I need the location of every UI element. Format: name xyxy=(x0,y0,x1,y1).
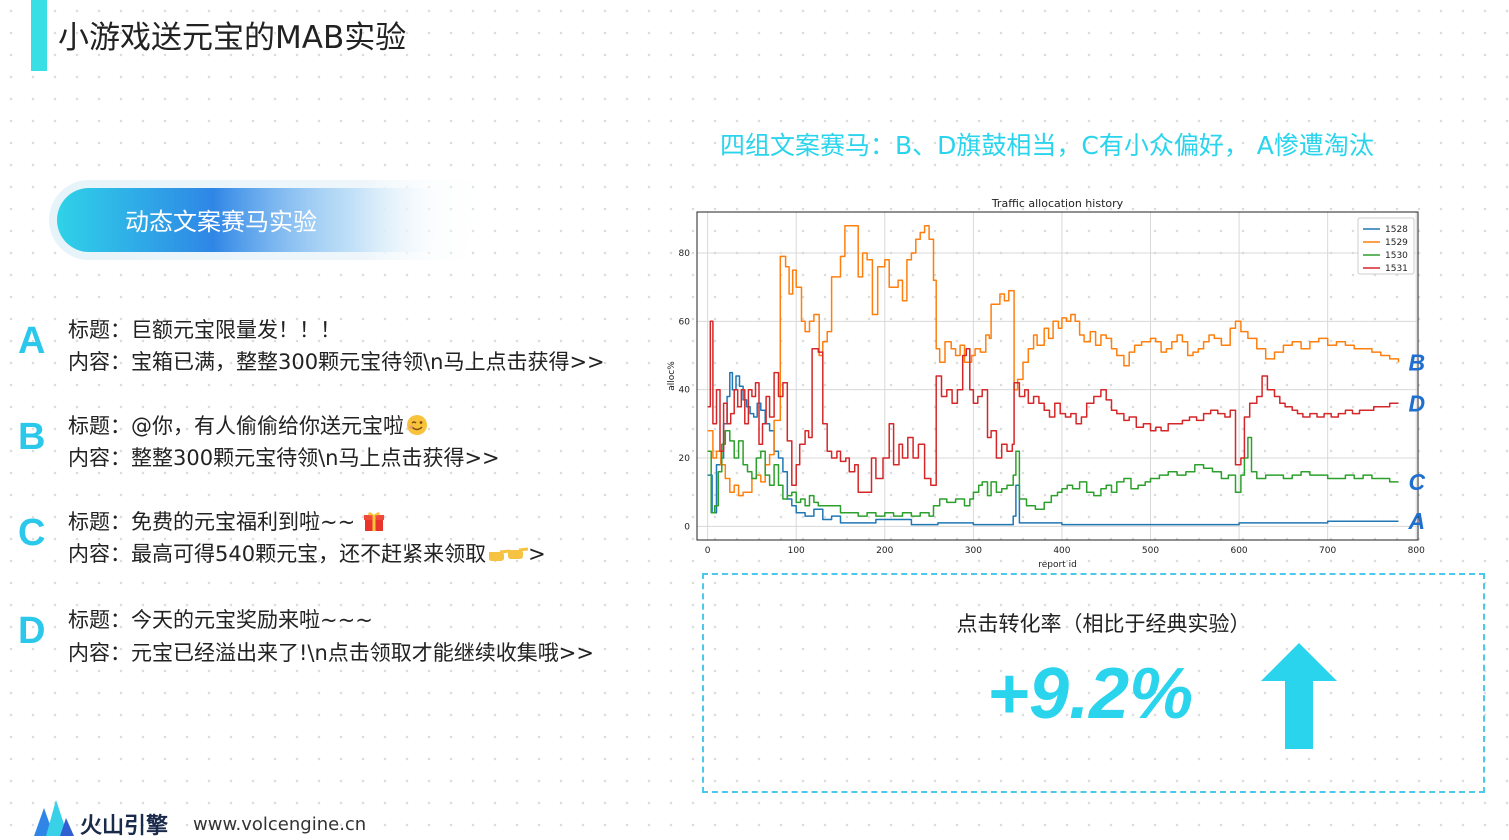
traffic-allocation-chart: 0 100 200 300 400 500 600 700 800 0 20 40 60 80 Traffi… xyxy=(660,188,1500,570)
pointing-hands-icon xyxy=(488,543,529,567)
variant-title-text: 标题：免费的元宝福利到啦~~ xyxy=(68,510,356,534)
chart-svg: 0 100 200 300 400 500 600 700 800 0 20 40 60 80 Traffi… xyxy=(667,197,1426,570)
variant-title-text: 标题：@你，有人偷偷给你送元宝啦 xyxy=(68,414,404,438)
series-line-1530 xyxy=(707,429,1399,517)
series-end-label-D: D xyxy=(1409,390,1426,416)
footer-url[interactable]: www.volcengine.cn xyxy=(193,814,366,835)
chart-title: Traffic allocation history xyxy=(991,197,1124,210)
result-box: 点击转化率（相比于经典实验） +9.2% xyxy=(702,573,1485,793)
experiment-pill: 动态文案赛马实验 xyxy=(47,178,507,262)
x-tick-label: 200 xyxy=(876,546,893,556)
legend-label: 1528 xyxy=(1385,225,1408,235)
x-tick-label: 300 xyxy=(965,546,982,556)
variant-content-line: 内容：整整300颗元宝待领\n马上点击获得>> xyxy=(68,446,500,470)
x-axis-label: report id xyxy=(1038,560,1077,570)
y-axis-label: alloc% xyxy=(667,361,677,391)
variant-content-text: 内容：最高可得540颗元宝，还不赶紧来领取 xyxy=(68,542,487,566)
legend-label: 1530 xyxy=(1385,251,1408,261)
page-title: 小游戏送元宝的MAB实验 xyxy=(58,20,407,56)
legend-label: 1529 xyxy=(1385,238,1408,248)
series-line-1531 xyxy=(707,320,1399,493)
variant-title-line: 标题：巨额元宝限量发！！！ xyxy=(68,318,341,342)
series-line-1528 xyxy=(707,371,1399,526)
y-tick-label: 0 xyxy=(684,522,690,532)
x-tick-label: 100 xyxy=(788,546,805,556)
x-tick-label: 700 xyxy=(1319,546,1336,556)
plot-frame xyxy=(696,211,1419,541)
series-end-label-A: A xyxy=(1408,508,1426,534)
x-tick-label: 800 xyxy=(1408,546,1425,556)
y-tick-label: 20 xyxy=(679,454,691,464)
x-tick-label: 0 xyxy=(705,546,711,556)
footer-brand: 火山引擎 xyxy=(80,814,169,839)
variant-letter: C xyxy=(18,512,46,554)
variant-content-suffix: > xyxy=(528,542,546,566)
variant-content-line: 内容：元宝已经溢出来了!\n点击领取才能继续收集哦>> xyxy=(68,641,594,665)
x-tick-label: 400 xyxy=(1053,546,1070,556)
result-label: 点击转化率（相比于经典实验） xyxy=(956,612,1251,636)
variant-title-line: 标题：@你，有人偷偷给你送元宝啦 xyxy=(68,410,428,441)
x-tick-label: 600 xyxy=(1230,546,1247,556)
x-tick-label: 500 xyxy=(1142,546,1159,556)
y-tick-label: 80 xyxy=(679,249,691,259)
up-arrow-icon xyxy=(1259,643,1339,755)
wink-face-icon xyxy=(406,414,428,441)
series-end-label-B: B xyxy=(1409,349,1426,375)
legend-label: 1531 xyxy=(1385,264,1408,274)
gift-icon xyxy=(363,510,385,537)
chart-caption: 四组文案赛马：B、D旗鼓相当，C有小众偏好， A惨遭淘汰 xyxy=(720,131,1374,160)
volcengine-logo-icon xyxy=(34,794,74,840)
variant-letter: B xyxy=(18,416,46,458)
variant-content-line: 内容：宝箱已满，整整300颗元宝待领\n马上点击获得>> xyxy=(68,350,605,374)
pill-label: 动态文案赛马实验 xyxy=(125,208,317,236)
y-tick-label: 40 xyxy=(679,386,691,396)
y-tick-label: 60 xyxy=(679,317,691,327)
variant-content-line: 内容：最高可得540颗元宝，还不赶紧来领取 > xyxy=(68,538,546,568)
variant-letter: D xyxy=(18,610,46,652)
series-end-label-C: C xyxy=(1409,469,1426,495)
title-accent-bar xyxy=(31,0,47,71)
variant-title-line: 标题：今天的元宝奖励来啦~~~ xyxy=(68,608,373,632)
variant-letter: A xyxy=(18,320,46,362)
variant-title-line: 标题：免费的元宝福利到啦~~ xyxy=(68,506,385,537)
result-value: +9.2% xyxy=(987,654,1194,734)
series-line-1529 xyxy=(707,224,1400,497)
